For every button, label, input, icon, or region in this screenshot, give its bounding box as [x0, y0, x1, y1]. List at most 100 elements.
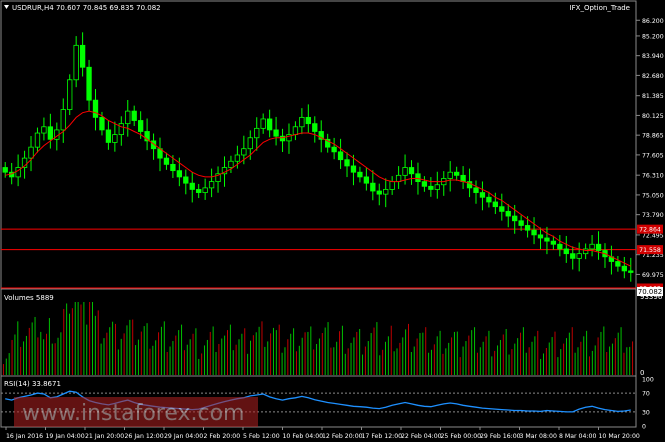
candle-body: [570, 253, 576, 259]
time-tick-label: 22 Feb 04:00: [401, 433, 442, 440]
candle-body: [505, 210, 511, 217]
candle-body: [208, 181, 215, 189]
candle-body: [99, 116, 105, 131]
candle-body: [183, 176, 189, 184]
time-tick-label: 10 Feb 04:00: [283, 433, 324, 440]
candle-body: [260, 118, 266, 129]
candle-body: [305, 116, 311, 125]
price-tick-label: 80.125: [642, 113, 664, 120]
time-tick-label: 2 Feb 20:00: [204, 433, 241, 440]
candle-body: [415, 173, 421, 183]
candle-body: [589, 243, 595, 250]
candle-body: [383, 189, 389, 195]
candle-body: [499, 206, 505, 212]
level-price-label: 72.864: [639, 227, 661, 234]
time-tick-label: 29 Feb 16:00: [480, 433, 521, 440]
symbol-info: USDRUR,H4 70.607 70.845 69.835 70.082: [12, 4, 161, 12]
candle-body: [621, 265, 627, 272]
price-tick-label: 77.605: [642, 152, 664, 159]
candle-body: [363, 176, 370, 184]
candle-body: [453, 171, 460, 176]
price-tick-label: 85.200: [642, 33, 664, 40]
rsi-axis-ticks: 100 70 30 0: [642, 377, 654, 431]
time-tick-label: 5 Feb 12:00: [243, 433, 280, 440]
candle-body: [428, 185, 434, 190]
candle-body: [537, 234, 544, 239]
candle-body: [563, 248, 569, 255]
dropdown-triangle-icon[interactable]: [4, 5, 9, 9]
candle-body: [473, 187, 479, 193]
candle-body: [118, 123, 124, 136]
candle-body: [47, 126, 54, 140]
candle-body: [176, 170, 183, 178]
price-axis-ticks: 86.200 85.200 83.940 82.680 81.385 80.125 78.8…: [636, 18, 664, 279]
price-tick-label: 76.310: [642, 173, 664, 180]
candle-body: [79, 44, 86, 68]
candle-body: [241, 148, 247, 156]
candle-body: [131, 110, 137, 121]
volume-panel-label: Volumes 5889: [4, 294, 54, 302]
candle-body: [41, 126, 47, 134]
time-tick-label: 25 Feb 00:00: [441, 433, 482, 440]
rsi-panel-label: RSI(14) 33.8671: [4, 380, 61, 388]
candle-body: [234, 154, 241, 162]
price-tick-label: 81.385: [642, 93, 664, 100]
candle-body: [344, 159, 350, 167]
candle-body: [92, 99, 99, 118]
time-tick-label: 29 Jan 04:00: [164, 433, 203, 440]
price-tick-label: 69.975: [642, 272, 664, 279]
candle-body: [447, 171, 453, 179]
candle-body: [479, 192, 486, 198]
time-tick-label: 19 Jan 04:00: [46, 433, 85, 440]
price-tick-label: 82.680: [642, 73, 664, 80]
candle-body: [389, 181, 395, 190]
volume-bars: [2, 302, 634, 375]
candle-body: [112, 134, 118, 143]
candle-body: [163, 157, 170, 165]
candle-body: [408, 167, 415, 175]
candle-body: [266, 118, 273, 131]
time-tick-label: 8 Mar 04:00: [559, 433, 596, 440]
candle-body: [196, 189, 202, 193]
candle-body: [247, 137, 253, 150]
time-tick-label: 26 Jan 12:00: [125, 433, 164, 440]
trading-chart[interactable]: 86.200 85.200 83.940 82.680 81.385 80.125 78.8…: [0, 0, 665, 442]
candle-body: [350, 165, 357, 173]
horizontal-levels[interactable]: 72.86471.55869.108: [1, 224, 663, 293]
candle-body: [170, 163, 176, 172]
rsi-tick-label: 0: [642, 424, 646, 431]
candle-body: [28, 146, 34, 159]
candle-body: [550, 240, 557, 245]
candle-body: [357, 171, 363, 178]
time-tick-label: 21 Jan 20:00: [85, 433, 124, 440]
candle-body: [86, 66, 92, 101]
watermark: www.instaforex.com: [14, 397, 258, 427]
rsi-tick-label: 70: [642, 391, 650, 398]
price-tick-label: 86.200: [642, 18, 664, 25]
candle-body: [512, 215, 518, 222]
time-tick-label: 16 Jan 2016: [6, 433, 43, 440]
candle-body: [421, 181, 428, 187]
candle-body: [492, 201, 499, 208]
price-tick-label: 78.865: [642, 133, 664, 140]
volume-zero-label: 0: [640, 369, 644, 377]
candle-body: [202, 187, 208, 193]
time-tick-label: 3 Mar 08:00: [520, 433, 557, 440]
candle-body: [486, 196, 492, 203]
candle-body: [434, 184, 440, 190]
candle-body: [518, 220, 524, 226]
candle-body: [402, 167, 408, 176]
candle-body: [273, 129, 279, 137]
price-candles: [2, 32, 634, 282]
candle-body: [60, 109, 66, 131]
candle-body: [292, 126, 299, 136]
price-tick-label: 73.790: [642, 212, 664, 219]
candle-body: [2, 167, 8, 173]
candle-body: [254, 127, 260, 139]
candle-body: [376, 190, 382, 195]
rsi-tick-label: 100: [642, 377, 654, 384]
candle-body: [615, 261, 621, 267]
candle-body: [299, 116, 305, 128]
indicator-name: IFX_Option_Trade: [570, 4, 630, 12]
candle-body: [395, 174, 402, 183]
